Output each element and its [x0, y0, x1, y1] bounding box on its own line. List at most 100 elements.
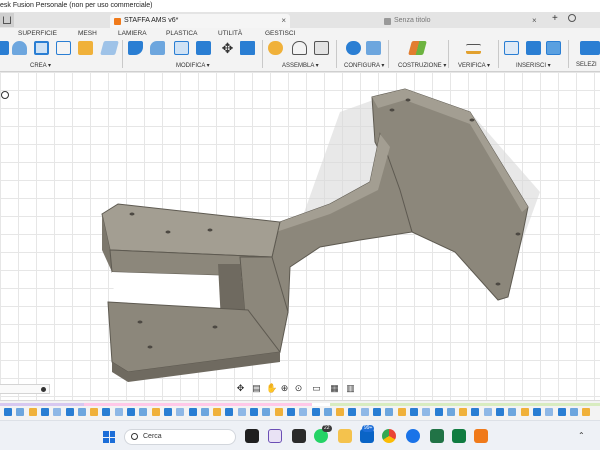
timeline-feature-icon[interactable] — [77, 408, 86, 416]
select-icon[interactable] — [580, 41, 600, 55]
timeline-feature-icon[interactable] — [360, 408, 369, 416]
chrome-icon[interactable] — [382, 429, 396, 443]
timeline-feature-icon[interactable] — [65, 408, 74, 416]
revolve-icon[interactable] — [34, 41, 49, 55]
timeline-feature-icon[interactable] — [114, 408, 123, 416]
offset-plane-icon[interactable] — [408, 41, 427, 55]
timeline-feature-icon[interactable] — [90, 408, 99, 416]
configuration-table-icon[interactable] — [366, 41, 381, 55]
timeline-feature-icon[interactable] — [53, 408, 62, 416]
as-built-joint-icon[interactable] — [314, 41, 329, 55]
panel-pin-icon[interactable] — [41, 387, 46, 392]
insert-derive-icon[interactable] — [504, 41, 519, 55]
measure-icon[interactable] — [466, 44, 481, 54]
timeline-feature-icon[interactable] — [422, 408, 431, 416]
visibility-toggle-icon[interactable] — [1, 91, 9, 99]
timeline-feature-icon[interactable] — [459, 408, 468, 416]
file-explorer-icon[interactable] — [338, 429, 352, 443]
excel-icon[interactable] — [452, 429, 466, 443]
pan-icon[interactable]: ✋ — [266, 384, 277, 393]
tab-gestisci[interactable]: GESTISCI — [265, 30, 295, 37]
timeline-feature-icon[interactable] — [213, 408, 222, 416]
timeline-feature-icon[interactable] — [311, 408, 320, 416]
timeline-feature-icon[interactable] — [323, 408, 332, 416]
sheets-icon[interactable] — [430, 429, 444, 443]
group-seleziona[interactable]: SELEZI — [576, 62, 597, 68]
timeline-feature-icon[interactable] — [397, 408, 406, 416]
close-tab-icon[interactable]: × — [532, 14, 537, 28]
zoom-icon[interactable]: ⊕ — [280, 384, 289, 393]
new-joint-component-icon[interactable] — [268, 41, 283, 55]
timeline-feature-icon[interactable] — [237, 408, 246, 416]
edge-icon[interactable] — [406, 429, 420, 443]
tray-chevron-icon[interactable]: ⌃ — [578, 431, 585, 440]
joint-icon[interactable] — [292, 41, 307, 55]
timeline-feature-icon[interactable] — [545, 408, 554, 416]
timeline-feature-icon[interactable] — [532, 408, 541, 416]
timeline-feature-icon[interactable] — [336, 408, 345, 416]
group-costruzione[interactable]: COSTRUZIONE ▾ — [398, 62, 446, 69]
fusion-app-icon[interactable] — [474, 429, 488, 443]
timeline-feature-icon[interactable] — [139, 408, 148, 416]
canvas-viewport[interactable] — [0, 72, 600, 400]
insert-canvas-icon[interactable] — [546, 41, 561, 55]
tab-senza-titolo[interactable]: Senza titolo × — [380, 14, 540, 28]
timeline-feature-icon[interactable] — [127, 408, 135, 416]
photos-app-icon[interactable] — [268, 429, 282, 443]
shell-icon[interactable] — [174, 41, 189, 55]
fit-icon[interactable]: ⊙ — [294, 384, 303, 393]
timeline-feature-icon[interactable] — [40, 408, 49, 416]
extensions-icon[interactable] — [568, 14, 576, 22]
taskbar-search[interactable]: Cerca — [124, 429, 236, 445]
group-assembla[interactable]: ASSEMBLA ▾ — [282, 62, 319, 69]
timeline-feature-icon[interactable] — [385, 408, 394, 416]
timeline-feature-icon[interactable] — [483, 408, 492, 416]
timeline-feature-icon[interactable] — [299, 408, 308, 416]
timeline-feature-icon[interactable] — [409, 408, 418, 416]
tab-lamiera[interactable]: LAMIERA — [118, 30, 147, 37]
tab-utilita[interactable]: UTILITÀ — [218, 30, 242, 37]
grid-settings-icon[interactable]: ▦ — [330, 384, 339, 393]
terminal-app-icon[interactable] — [292, 429, 306, 443]
timeline-feature-icon[interactable] — [163, 408, 172, 416]
extrude-icon[interactable] — [12, 41, 27, 55]
part-model[interactable] — [0, 72, 600, 400]
group-modifica[interactable]: MODIFICA ▾ — [176, 62, 210, 69]
group-crea[interactable]: CREA ▾ — [30, 62, 51, 69]
timeline-feature-icon[interactable] — [200, 408, 209, 416]
timeline-feature-icon[interactable] — [286, 408, 295, 416]
timeline-feature-icon[interactable] — [250, 408, 258, 416]
move-icon[interactable]: ✥ — [220, 41, 235, 55]
group-inserisci[interactable]: INSERISCI ▾ — [516, 62, 551, 69]
sketch-icon[interactable] — [78, 41, 93, 55]
group-configura[interactable]: CONFIGURA ▾ — [344, 62, 384, 69]
timeline-feature-icon[interactable] — [557, 408, 566, 416]
tab-plastica[interactable]: PLASTICA — [166, 30, 197, 37]
design-timeline[interactable] — [0, 400, 600, 420]
orbit-icon[interactable]: ✥ — [236, 384, 245, 393]
new-component-icon[interactable] — [0, 41, 9, 55]
sweep-icon[interactable] — [56, 41, 71, 55]
tab-staffa-ams[interactable]: STAFFA AMS v6* × — [110, 14, 290, 28]
timeline-feature-icon[interactable] — [348, 408, 357, 416]
timeline-feature-icon[interactable] — [520, 408, 529, 416]
configure-icon[interactable] — [346, 41, 361, 55]
close-tab-icon[interactable]: × — [281, 14, 286, 28]
timeline-feature-icon[interactable] — [446, 408, 455, 416]
display-settings-icon[interactable]: ▭ — [312, 384, 321, 393]
media-app-icon[interactable] — [245, 429, 259, 443]
timeline-feature-icon[interactable] — [582, 408, 591, 416]
timeline-feature-icon[interactable] — [274, 408, 283, 416]
timeline-feature-icon[interactable] — [188, 408, 197, 416]
look-at-icon[interactable]: ▤ — [252, 384, 261, 393]
timeline-feature-icon[interactable] — [373, 408, 381, 416]
timeline-feature-icon[interactable] — [28, 408, 37, 416]
timeline-feature-icon[interactable] — [151, 408, 160, 416]
timeline-feature-icon[interactable] — [496, 408, 504, 416]
home-button[interactable] — [0, 13, 14, 27]
timeline-feature-icon[interactable] — [262, 408, 271, 416]
timeline-feature-icon[interactable] — [569, 408, 578, 416]
tab-superficie[interactable]: SUPERFICIE — [18, 30, 57, 37]
timeline-feature-icon[interactable] — [16, 408, 25, 416]
combine-icon[interactable] — [196, 41, 211, 55]
